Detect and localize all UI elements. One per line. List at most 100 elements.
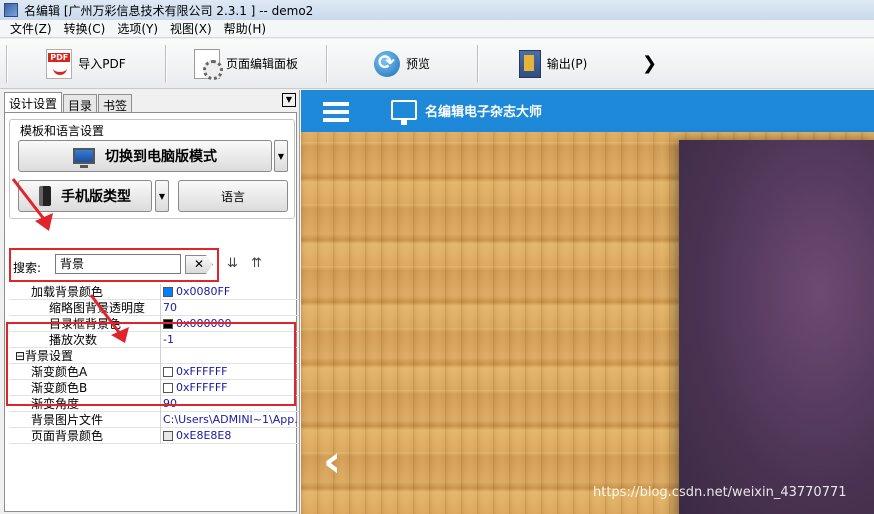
property-name: 播放次数 [9, 332, 161, 348]
monitor-icon [73, 148, 95, 168]
phone-icon [39, 186, 51, 206]
color-swatch [163, 382, 173, 393]
export-button[interactable]: 输出(P) [478, 44, 628, 84]
tab-body: 模板和语言设置 切换到电脑版模式 ▼ 手机版类型 ▼ 语言 搜索: 背景 ✕ ⇊ [4, 112, 299, 512]
property-name: 渐变颜色A [9, 364, 161, 380]
property-row[interactable]: 页面背景颜色 0xE8E8E8 [9, 428, 299, 444]
property-value-text: 0x000000 [176, 316, 232, 330]
panel-dropdown-icon[interactable]: ▼ [282, 93, 296, 107]
search-input[interactable]: 背景 [55, 254, 181, 274]
property-row[interactable]: 缩略图背景透明度 70 [9, 300, 299, 316]
preview-label: 预览 [405, 57, 430, 71]
menu-file[interactable]: 文件(Z) [4, 20, 58, 37]
property-row[interactable]: 目录框背景色 0x000000 [9, 316, 299, 332]
import-pdf-button[interactable]: 导入PDF [7, 44, 165, 84]
property-value[interactable]: C:\Users\ADMINI~1\App... [161, 412, 299, 427]
group-title: 模板和语言设置 [18, 122, 107, 139]
window-title: 名编辑 [广州万彩信息技术有限公司 2.3.1 ] -- demo2 [24, 3, 314, 18]
monitor-logo-icon [391, 100, 417, 125]
property-value[interactable]: 0x000000 [161, 316, 299, 331]
property-row[interactable]: 渐变颜色A 0xFFFFFF [9, 364, 299, 380]
toolbar: 导入PDF 页面编辑面板 预览 输出(P) ❯ [0, 39, 874, 89]
property-value-text: -1 [163, 332, 174, 346]
search-label: 搜索: [13, 261, 42, 275]
tab-design-settings[interactable]: 设计设置 [4, 92, 63, 112]
property-value[interactable]: -1 [161, 332, 299, 347]
color-swatch [163, 318, 173, 329]
language-button[interactable]: 语言 [178, 180, 288, 212]
app-icon [4, 3, 18, 17]
tab-bookmarks[interactable]: 书签 [98, 94, 133, 113]
property-name: 加载背景颜色 [9, 284, 161, 300]
template-language-group: 模板和语言设置 切换到电脑版模式 ▼ 手机版类型 ▼ 语言 [9, 119, 295, 219]
property-value-text: 0xE8E8E8 [176, 428, 232, 442]
property-row[interactable]: 渐变角度 90 [9, 396, 299, 412]
mobile-type-dropdown[interactable]: ▼ [155, 180, 169, 212]
property-value[interactable]: 90 [161, 396, 299, 411]
import-pdf-label: 导入PDF [78, 57, 126, 71]
menu-help[interactable]: 帮助(H) [218, 20, 272, 37]
property-name: ⊟背景设置 [9, 348, 161, 364]
menu-convert[interactable]: 转换(C) [58, 20, 112, 37]
page-settings-icon [193, 48, 223, 80]
preview-header: 名编辑电子杂志大师 [301, 90, 874, 132]
tab-toc[interactable]: 目录 [63, 94, 98, 113]
preview-button[interactable]: 预览 [327, 44, 477, 84]
property-name: 目录框背景色 [9, 316, 161, 332]
property-category[interactable]: ⊟背景设置 [9, 348, 299, 364]
design-settings-panel: 设计设置 目录 书签 ▼ 模板和语言设置 切换到电脑版模式 ▼ 手机版类型 ▼ … [0, 90, 300, 514]
property-value-text: C:\Users\ADMINI~1\App... [163, 412, 299, 426]
property-value[interactable]: 0xFFFFFF [161, 380, 299, 395]
property-value-text: 0xFFFFFF [176, 364, 228, 378]
property-value-text: 0x0080FF [176, 284, 231, 298]
switch-pc-label: 切换到电脑版模式 [105, 149, 217, 165]
color-swatch [163, 366, 173, 377]
sort-ascending-icon[interactable]: ⇈ [251, 256, 269, 272]
page-editor-label: 页面编辑面板 [225, 57, 298, 71]
brand-name: 名编辑电子杂志大师 [425, 104, 543, 120]
property-row[interactable]: 渐变颜色B 0xFFFFFF [9, 380, 299, 396]
title-bar: 名编辑 [广州万彩信息技术有限公司 2.3.1 ] -- demo2 [0, 0, 874, 20]
property-row[interactable]: 背景图片文件 C:\Users\ADMINI~1\App... [9, 412, 299, 428]
menu-options[interactable]: 选项(Y) [111, 20, 164, 37]
property-grid: 加载背景颜色 0x0080FF 缩略图背景透明度 70 目录框背景色 0x000000 播放… [9, 284, 299, 444]
export-icon [518, 49, 541, 78]
property-row[interactable]: 加载背景颜色 0x0080FF [9, 284, 299, 300]
pdf-icon [46, 48, 73, 79]
book-page[interactable] [679, 140, 874, 514]
brand-logo: 名编辑电子杂志大师 [391, 100, 543, 125]
property-value-text: 0xFFFFFF [176, 380, 228, 394]
export-label: 输出(P) [546, 57, 588, 71]
property-value-text: 70 [163, 300, 177, 314]
property-name: 缩略图背景透明度 [9, 300, 161, 316]
property-name: 渐变角度 [9, 396, 161, 412]
mobile-type-label: 手机版类型 [61, 189, 131, 205]
property-value[interactable]: 70 [161, 300, 299, 315]
menu-bar: 文件(Z) 转换(C) 选项(Y) 视图(X) 帮助(H) [0, 20, 874, 38]
property-value[interactable] [161, 348, 299, 363]
property-value[interactable]: 0xFFFFFF [161, 364, 299, 379]
preview-pane: 名编辑电子杂志大师 ‹ https://blog.csdn.net/weixin… [301, 90, 874, 514]
color-swatch [163, 430, 173, 441]
language-label: 语言 [220, 189, 245, 204]
switch-pc-mode-button[interactable]: 切换到电脑版模式 [18, 140, 272, 172]
mobile-type-button[interactable]: 手机版类型 [18, 180, 152, 212]
color-swatch [163, 286, 173, 297]
menu-view[interactable]: 视图(X) [164, 20, 218, 37]
panel-tabs: 设计设置 目录 书签 [4, 92, 133, 113]
watermark: https://blog.csdn.net/weixin_43770771 [593, 485, 847, 500]
property-row[interactable]: 播放次数 -1 [9, 332, 299, 348]
sort-descending-icon[interactable]: ⇊ [227, 256, 245, 272]
switch-mode-dropdown[interactable]: ▼ [274, 140, 288, 172]
property-name: 渐变颜色B [9, 380, 161, 396]
refresh-preview-icon [373, 50, 400, 77]
property-value-text: 90 [163, 396, 177, 410]
chevron-right-icon[interactable]: ❯ [642, 53, 657, 74]
property-value[interactable]: 0xE8E8E8 [161, 428, 299, 443]
property-value[interactable]: 0x0080FF [161, 284, 299, 299]
page-editor-button[interactable]: 页面编辑面板 [166, 44, 326, 84]
property-name: 背景图片文件 [9, 412, 161, 428]
menu-icon[interactable] [323, 102, 349, 122]
previous-page-icon[interactable]: ‹ [323, 440, 341, 484]
property-name: 页面背景颜色 [9, 428, 161, 444]
